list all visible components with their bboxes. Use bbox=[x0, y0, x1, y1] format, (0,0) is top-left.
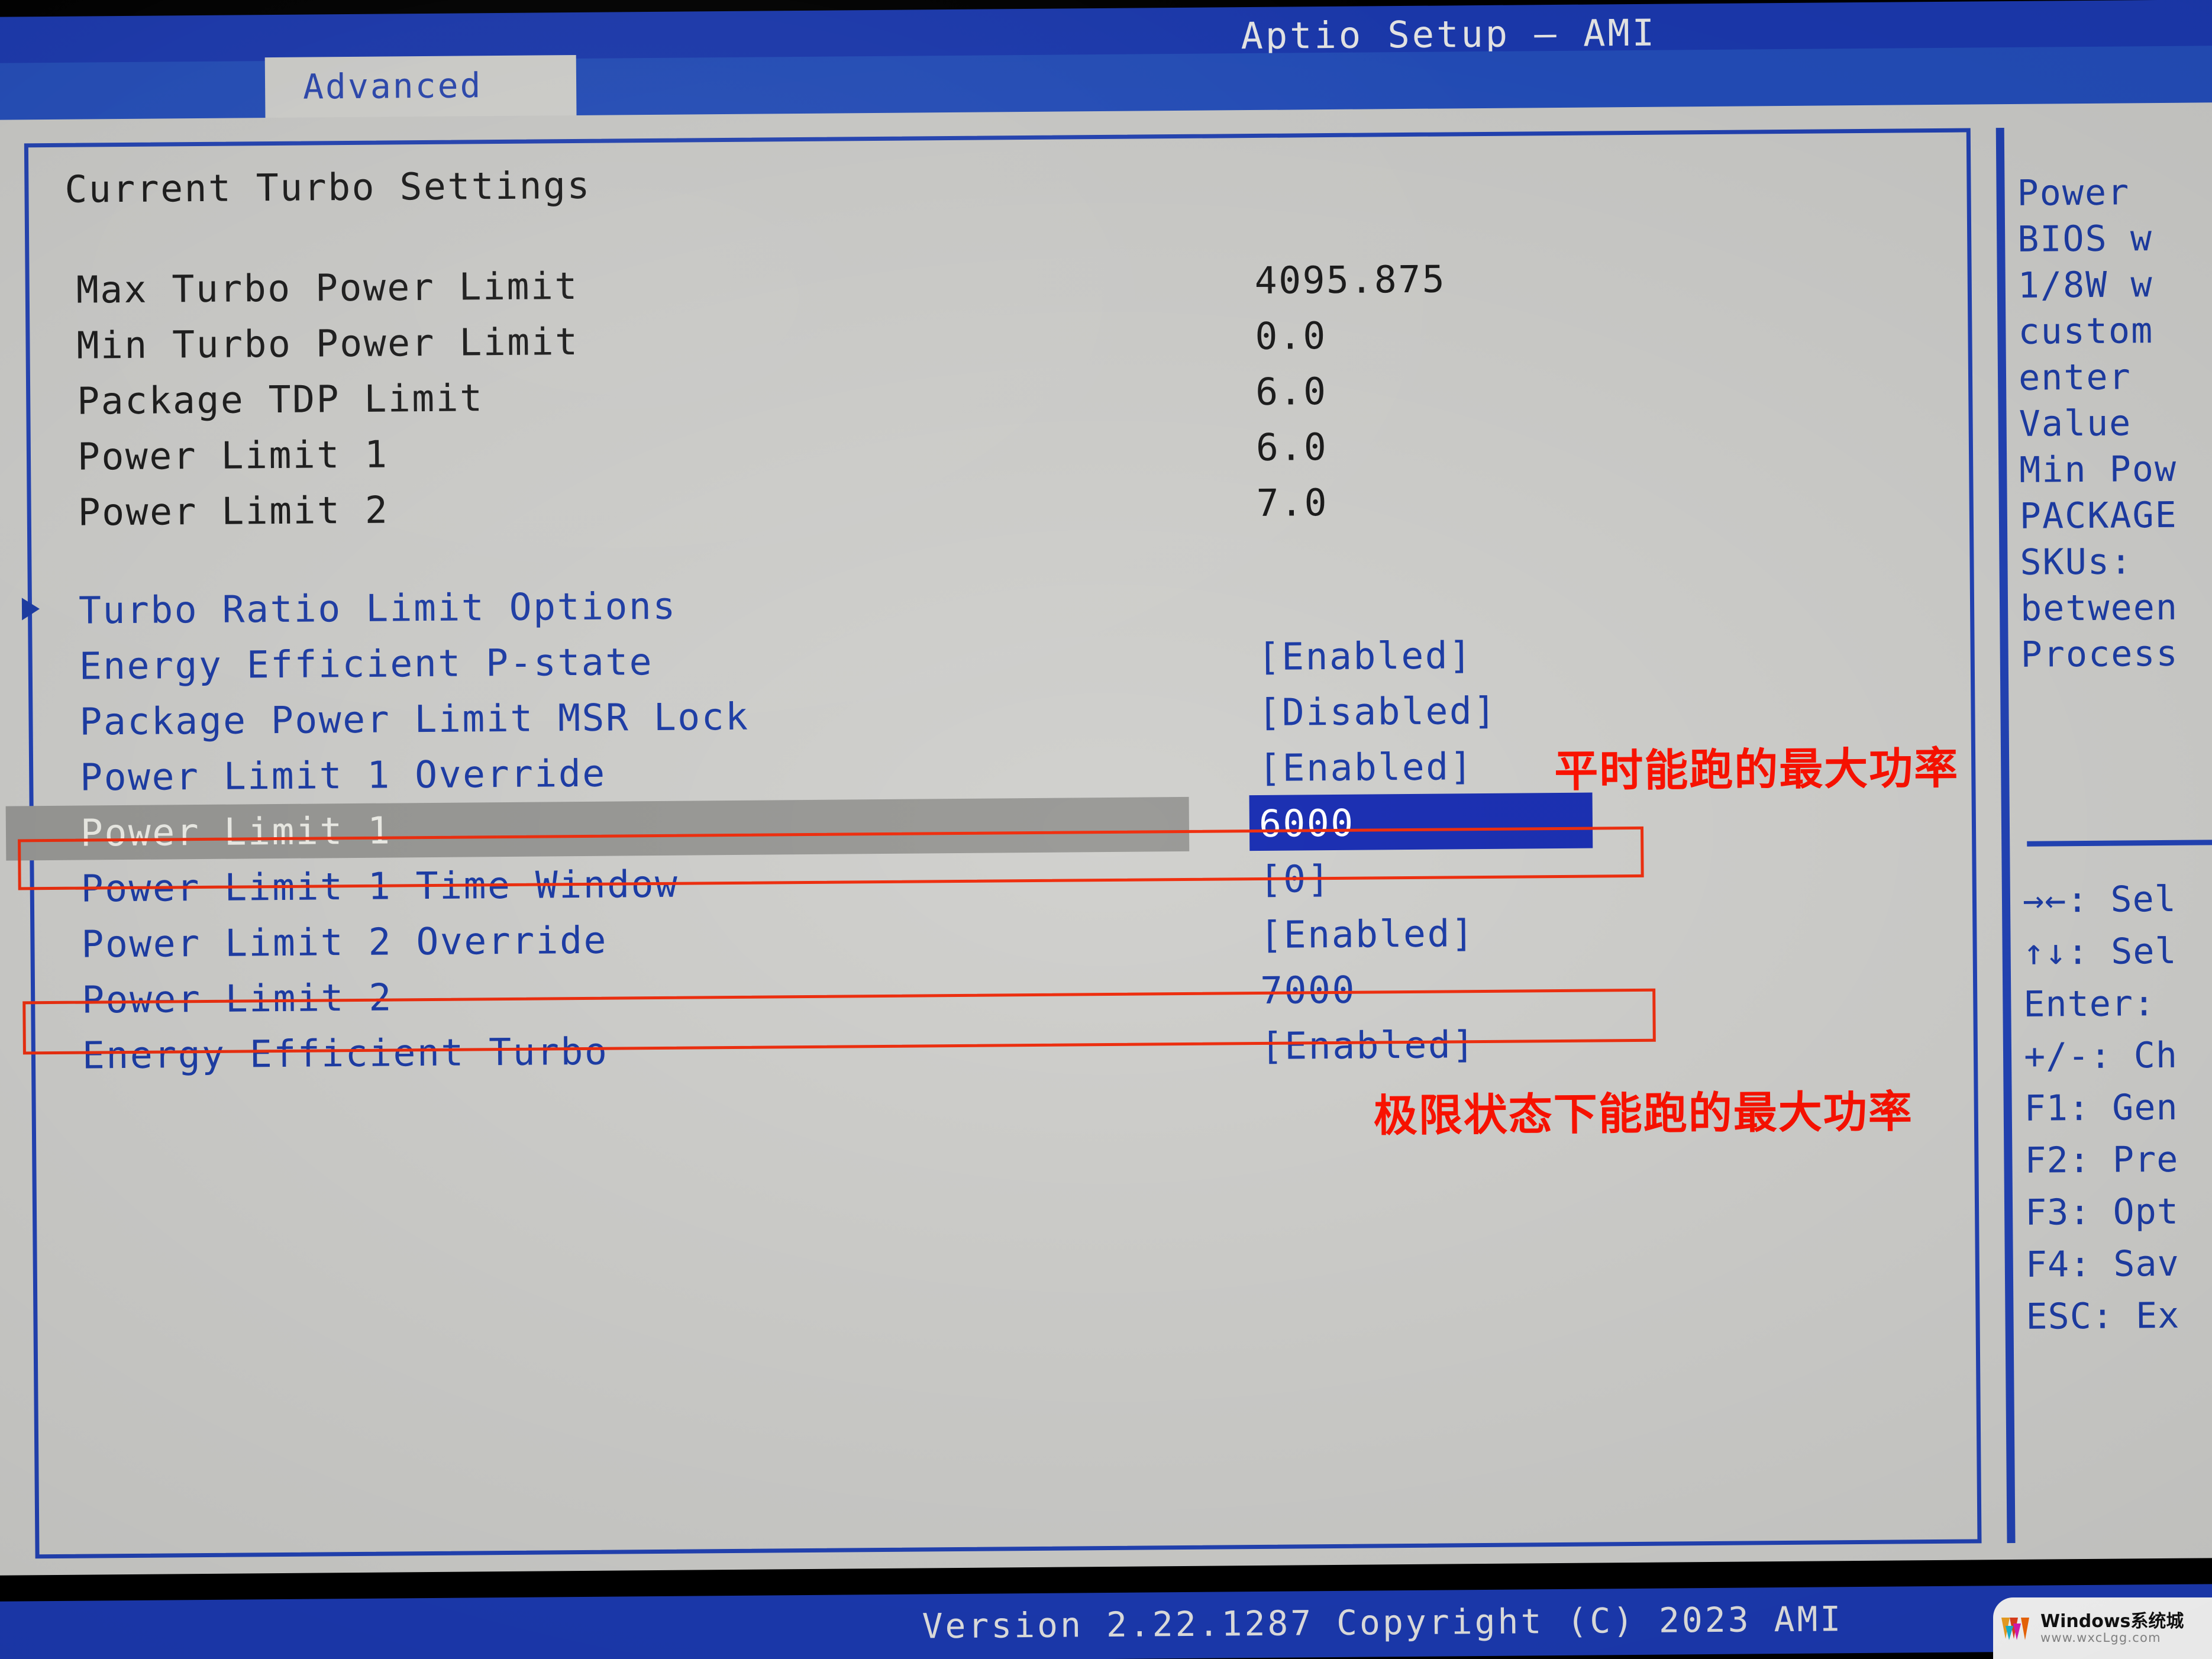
submenu-arrow-icon bbox=[21, 598, 40, 621]
help-line: Value bbox=[2019, 402, 2132, 445]
help-line: Min Pow bbox=[2019, 448, 2178, 491]
row-value: 4095.875 bbox=[1254, 257, 1446, 302]
section-title-row: Current Turbo Settings bbox=[64, 153, 1970, 269]
annotation-text-normal-max-power: 平时能跑的最大功率 bbox=[1554, 743, 1959, 798]
help-line: enter bbox=[2018, 356, 2132, 399]
row-value: [Enabled] bbox=[1257, 634, 1473, 679]
key-legend-item: ↑↓: Sel bbox=[2023, 930, 2177, 973]
help-line: custom bbox=[2018, 310, 2154, 353]
help-line: Power bbox=[2017, 172, 2130, 214]
watermark-url: www.wxcLgg.com bbox=[2040, 1630, 2161, 1645]
key-legend: →←: Sel ↑↓: Sel Enter: +/-: Ch F1: Gen F… bbox=[2023, 873, 2212, 1343]
row-value: 7000 bbox=[1260, 968, 1357, 1012]
row-label: Max Turbo Power Limit bbox=[76, 264, 579, 312]
tab-advanced-label: Advanced bbox=[302, 65, 483, 107]
key-legend-item: F1: Gen bbox=[2024, 1086, 2178, 1129]
help-line: Process bbox=[2020, 632, 2179, 676]
help-line: 1/8W w bbox=[2017, 264, 2153, 306]
watermark-name: Windows系统城 bbox=[2040, 1610, 2184, 1632]
row-label: Turbo Ratio Limit Options bbox=[78, 584, 677, 632]
key-legend-item: F3: Opt bbox=[2024, 1190, 2179, 1234]
row-label: Package Power Limit MSR Lock bbox=[79, 695, 750, 744]
row-label: Power Limit 2 Override bbox=[81, 918, 608, 966]
row-label: Power Limit 2 bbox=[77, 488, 389, 534]
windows-w-logo-icon bbox=[2001, 1618, 2029, 1640]
row-value: [Enabled] bbox=[1260, 1023, 1477, 1068]
row-label: Power Limit 1 bbox=[77, 432, 389, 479]
help-line: between bbox=[2020, 586, 2179, 630]
row-label: Power Limit 2 bbox=[81, 976, 393, 1022]
row-value: 6.0 bbox=[1255, 425, 1328, 469]
key-legend-item: ESC: Ex bbox=[2026, 1295, 2180, 1338]
help-line: SKUs: bbox=[2020, 541, 2133, 583]
row-label: Package TDP Limit bbox=[76, 376, 484, 423]
version-text: Version 2.22.1287 Copyright (C) 2023 AMI bbox=[922, 1599, 1843, 1647]
row-label: Min Turbo Power Limit bbox=[76, 319, 579, 367]
row-label: Energy Efficient Turbo bbox=[82, 1029, 609, 1077]
row-value: [Enabled] bbox=[1258, 745, 1474, 790]
section-title: Current Turbo Settings bbox=[64, 163, 592, 211]
row-value: 6.0 bbox=[1255, 370, 1328, 414]
help-line: BIOS w bbox=[2017, 218, 2153, 260]
key-legend-item: F4: Sav bbox=[2025, 1242, 2179, 1286]
watermark: Windows系统城 www.wxcLgg.com bbox=[1993, 1597, 2212, 1659]
row-label: Energy Efficient P-state bbox=[79, 640, 654, 688]
help-pane: Power BIOS w 1/8W w custom enter Value M… bbox=[2017, 169, 2212, 678]
key-legend-item: →←: Sel bbox=[2022, 878, 2177, 921]
bios-screen: Aptio Setup – AMI Advanced Current Turbo… bbox=[0, 0, 2212, 1659]
power-limit-1-value: 6000 bbox=[1258, 801, 1355, 845]
key-legend-item: Enter: bbox=[2023, 983, 2156, 1025]
row-label: Power Limit 1 Time Window bbox=[80, 862, 679, 911]
annotation-text-extreme-max-power: 极限状态下能跑的最大功率 bbox=[1373, 1086, 1914, 1142]
row-value: [0] bbox=[1259, 857, 1332, 901]
key-legend-item: F2: Pre bbox=[2024, 1138, 2179, 1182]
power-limit-1-input[interactable]: 6000 bbox=[1249, 792, 1593, 851]
settings-list: Current Turbo Settings Max Turbo Power L… bbox=[5, 153, 1977, 1090]
row-label: Power Limit 1 Override bbox=[79, 751, 606, 799]
row-label: Power Limit 1 bbox=[80, 809, 392, 855]
row-value: [Enabled] bbox=[1260, 912, 1475, 957]
row-value: 7.0 bbox=[1256, 481, 1329, 525]
key-legend-item: +/-: Ch bbox=[2023, 1034, 2178, 1077]
row-value: [Disabled] bbox=[1258, 689, 1498, 734]
row-value: 0.0 bbox=[1255, 314, 1328, 358]
help-line: PACKAGE bbox=[2019, 494, 2178, 537]
